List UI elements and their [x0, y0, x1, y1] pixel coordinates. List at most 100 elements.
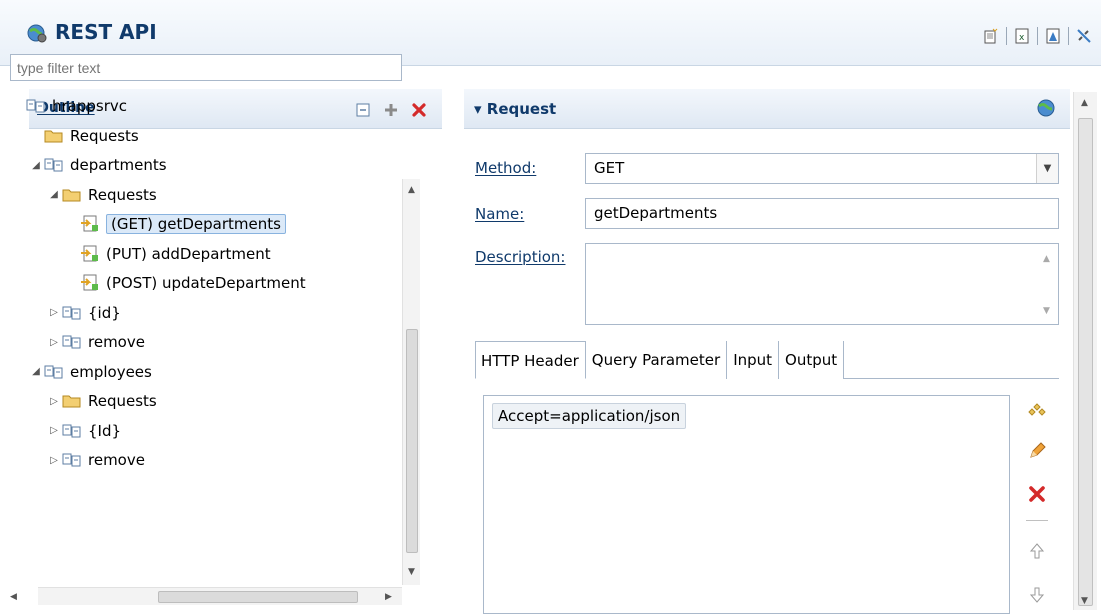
- tree-item[interactable]: (POST) updateDepartment: [64, 269, 306, 297]
- collapsed-arrow-icon[interactable]: ▷: [46, 337, 62, 348]
- method-select[interactable]: GET ▼: [585, 153, 1059, 184]
- tree-item-label: {Id}: [88, 421, 122, 440]
- tree-item-label: departments: [70, 156, 167, 174]
- tree-item[interactable]: ◢ departments: [28, 151, 167, 179]
- resource-icon: [62, 422, 82, 440]
- move-down-icon[interactable]: [1022, 582, 1052, 608]
- tree-item-label: employees: [70, 362, 152, 381]
- resource-icon: [62, 333, 82, 351]
- scroll-down-icon[interactable]: ▼: [1081, 596, 1088, 606]
- tab-output[interactable]: Output: [779, 341, 845, 379]
- delete-icon[interactable]: [1022, 481, 1052, 507]
- add-header-icon[interactable]: [1022, 398, 1052, 424]
- chevron-down-icon[interactable]: ▼: [1036, 154, 1058, 183]
- tree-item-label: (POST) updateDepartment: [106, 274, 306, 292]
- page-title: REST API: [55, 20, 157, 44]
- resource-icon: [26, 97, 46, 115]
- scrollbar-thumb[interactable]: [158, 591, 358, 603]
- description-field[interactable]: ▲ ▼: [585, 243, 1059, 325]
- tree-item-label: (PUT) addDepartment: [106, 244, 271, 263]
- outline-vertical-scrollbar[interactable]: ▲ ▼: [402, 179, 420, 585]
- svg-text:x: x: [1019, 33, 1025, 43]
- folder-icon: [44, 127, 64, 145]
- list-item[interactable]: Accept=application/json: [492, 403, 687, 429]
- tree-item[interactable]: hrappsrvc: [10, 92, 127, 120]
- tree-item[interactable]: (PUT) addDepartment: [64, 240, 271, 268]
- edit-icon[interactable]: [1022, 438, 1052, 464]
- tree-item-label: Requests: [88, 185, 157, 204]
- tree-item[interactable]: ▷ remove: [46, 446, 145, 474]
- outline-horizontal-scrollbar[interactable]: ◀ ▶: [10, 587, 402, 605]
- resource-icon: [44, 156, 64, 174]
- tree-item-label: remove: [88, 333, 145, 351]
- collapsed-arrow-icon[interactable]: ▷: [46, 455, 62, 466]
- folder-icon: [62, 186, 82, 204]
- delete-icon[interactable]: [412, 103, 426, 121]
- tree-item-label: hrappsrvc: [52, 97, 128, 115]
- resource-icon: [62, 304, 82, 322]
- tree-item[interactable]: ▷ {id}: [46, 299, 121, 327]
- tree-item-label: Requests: [88, 392, 157, 410]
- tool-separator: [1026, 520, 1048, 521]
- expanded-arrow-icon[interactable]: ◢: [46, 189, 62, 200]
- method-value: GET: [594, 159, 625, 177]
- expanded-arrow-icon[interactable]: ◢: [28, 160, 44, 171]
- http-header-list: Accept=application/json: [483, 395, 1010, 614]
- new-file-icon[interactable]: [982, 27, 1000, 45]
- globe-icon[interactable]: [1036, 98, 1056, 122]
- tab-http-header[interactable]: HTTP Header: [475, 341, 586, 379]
- collapsed-arrow-icon[interactable]: ▷: [46, 425, 62, 436]
- name-field[interactable]: getDepartments: [585, 198, 1059, 229]
- scroll-up-icon[interactable]: ▲: [1043, 254, 1050, 264]
- tree-item[interactable]: ◢ Requests: [46, 181, 157, 209]
- move-up-icon[interactable]: [1022, 538, 1052, 564]
- scroll-right-icon[interactable]: ▶: [385, 592, 392, 602]
- globe-icon: [26, 22, 48, 48]
- tab-query-parameter[interactable]: Query Parameter: [585, 341, 728, 379]
- test-icon[interactable]: [1044, 27, 1062, 45]
- expanded-arrow-icon[interactable]: ◢: [28, 366, 44, 377]
- resource-icon: [44, 363, 64, 381]
- tree-item[interactable]: (GET) getDepartments: [64, 210, 286, 238]
- scroll-up-icon[interactable]: ▲: [408, 185, 415, 195]
- request-icon: [80, 245, 100, 263]
- scroll-down-icon[interactable]: ▼: [408, 567, 415, 577]
- tree-item[interactable]: Requests: [28, 122, 139, 150]
- name-label: Name:: [475, 205, 525, 223]
- filter-input[interactable]: [10, 54, 402, 81]
- toolbar-separator: [1006, 27, 1007, 45]
- request-icon: [80, 215, 100, 233]
- header-toolbar: x: [982, 27, 1093, 45]
- description-label: Description:: [475, 248, 566, 266]
- description-scrollbar[interactable]: ▲ ▼: [1038, 246, 1056, 322]
- scrollbar-thumb[interactable]: [1078, 118, 1093, 606]
- toolbar-separator: [1068, 27, 1069, 45]
- resource-icon: [62, 451, 82, 469]
- excel-icon[interactable]: x: [1013, 27, 1031, 45]
- request-section-title: ▾ Request: [474, 100, 557, 118]
- tree-item-label: remove: [88, 451, 145, 469]
- disconnect-icon[interactable]: [1075, 27, 1093, 45]
- request-tabs: HTTP Header Query Parameter Input Output: [475, 341, 1059, 379]
- tree-item-label: Requests: [70, 126, 139, 145]
- scroll-up-icon[interactable]: ▲: [1081, 98, 1088, 108]
- method-label: Method:: [475, 159, 537, 177]
- request-icon: [80, 274, 100, 292]
- toolbar-separator: [1037, 27, 1038, 45]
- outline-tree: hrappsrvc Requests ◢ departments ◢ Requests (G…: [10, 88, 402, 568]
- scrollbar-thumb[interactable]: [406, 329, 418, 553]
- tree-item-label: (GET) getDepartments: [106, 214, 286, 234]
- folder-icon: [62, 392, 82, 410]
- collapsed-arrow-icon[interactable]: ▷: [46, 396, 62, 407]
- name-value: getDepartments: [594, 204, 718, 222]
- editor-vertical-scrollbar[interactable]: ▲ ▼: [1073, 92, 1097, 610]
- collapsed-arrow-icon[interactable]: ▷: [46, 307, 62, 318]
- request-section-bar[interactable]: ▾ Request: [464, 89, 1070, 129]
- scroll-left-icon[interactable]: ◀: [10, 592, 17, 602]
- tree-item[interactable]: ▷ remove: [46, 328, 145, 356]
- tree-item[interactable]: ▷ {Id}: [46, 417, 121, 445]
- tree-item[interactable]: ◢ employees: [28, 358, 152, 386]
- tree-item[interactable]: ▷ Requests: [46, 387, 157, 415]
- scroll-down-icon[interactable]: ▼: [1043, 306, 1050, 316]
- tab-input[interactable]: Input: [727, 341, 780, 379]
